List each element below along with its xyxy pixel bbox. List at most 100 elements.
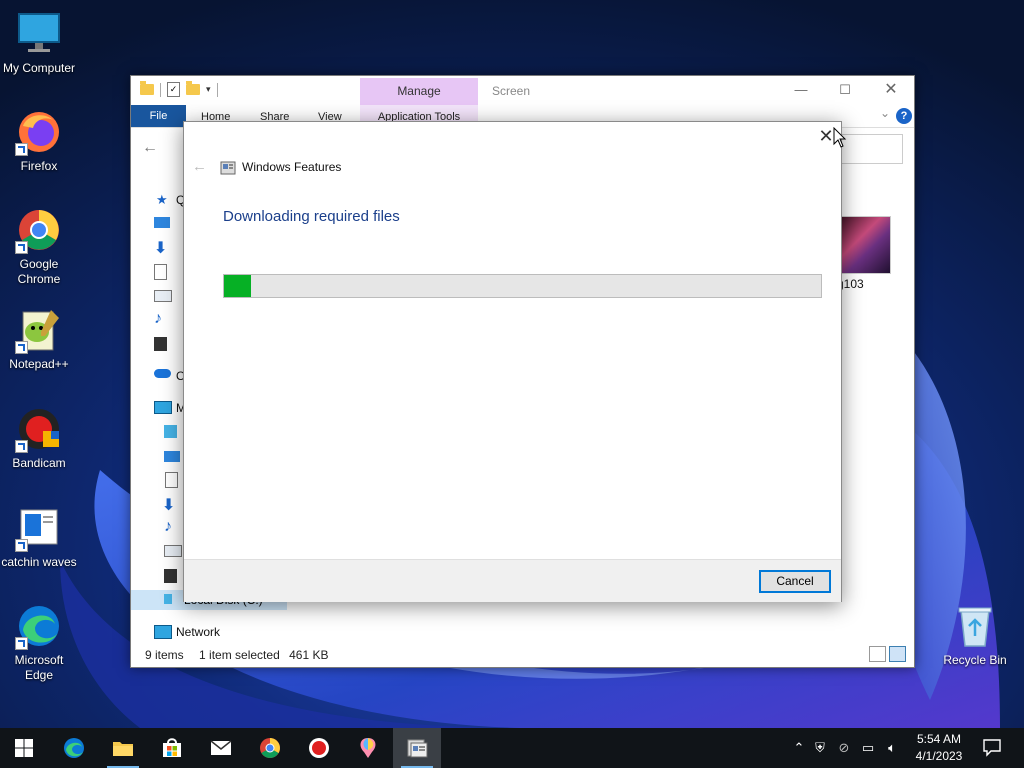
taskbar-mail[interactable] bbox=[197, 728, 245, 768]
dialog-title: Windows Features bbox=[242, 160, 342, 174]
desktop-icon-recycle-bin[interactable]: Recycle Bin bbox=[936, 602, 1014, 668]
downloads-icon[interactable]: ⬇ bbox=[154, 238, 170, 257]
desktop-icon-label: Bandicam bbox=[12, 456, 66, 470]
chevron-down-icon[interactable]: ⌄ bbox=[880, 106, 890, 120]
downloads-icon[interactable]: ⬇ bbox=[162, 495, 178, 514]
desktop-icon-microsoft-edge[interactable]: Microsoft Edge bbox=[0, 602, 78, 683]
sidebar-item-network[interactable]: Network bbox=[176, 625, 220, 639]
file-icon bbox=[15, 504, 63, 552]
system-tray: ⌃ ⛨ ⊘ ▭ 🔈︎ bbox=[790, 728, 904, 768]
manage-contextual-tab[interactable]: Manage bbox=[360, 78, 478, 105]
onedrive-cloud-icon[interactable] bbox=[154, 369, 171, 378]
new-folder-icon[interactable] bbox=[186, 81, 200, 95]
cancel-button[interactable]: Cancel bbox=[759, 570, 831, 593]
firefox-icon bbox=[15, 108, 63, 156]
music-icon[interactable]: ♪ bbox=[154, 310, 170, 327]
status-bar: 9 items 1 item selected 461 KB bbox=[145, 648, 340, 662]
chrome-icon bbox=[260, 738, 280, 758]
desktop-icon-firefox[interactable]: Firefox bbox=[0, 108, 78, 174]
documents-icon[interactable] bbox=[165, 472, 178, 488]
store-icon bbox=[163, 738, 181, 757]
image-thumbnail[interactable] bbox=[837, 216, 891, 274]
folder-icon bbox=[140, 81, 154, 95]
desktop-icon-label: Microsoft Edge bbox=[14, 653, 64, 682]
folder-icon bbox=[113, 742, 133, 756]
pictures-icon[interactable] bbox=[164, 545, 182, 557]
volume-icon[interactable]: 🔈︎ bbox=[880, 740, 904, 756]
taskbar-file-explorer[interactable] bbox=[99, 728, 147, 768]
videos-icon[interactable] bbox=[164, 569, 177, 583]
properties-icon[interactable]: ✓ bbox=[167, 82, 180, 97]
pictures-icon[interactable] bbox=[154, 290, 172, 302]
network-icon[interactable]: ▭ bbox=[856, 740, 880, 756]
windows-logo-icon bbox=[15, 739, 33, 757]
taskbar-windows-features[interactable] bbox=[393, 728, 441, 768]
mouse-cursor-icon bbox=[833, 126, 847, 149]
progress-fill bbox=[224, 275, 251, 297]
network-icon[interactable] bbox=[154, 625, 172, 639]
desktop-icon-google-chrome[interactable]: Google Chrome bbox=[0, 206, 78, 287]
item-count: 9 items bbox=[145, 648, 184, 662]
clock-date: 4/1/2023 bbox=[915, 749, 963, 763]
separator bbox=[216, 82, 218, 97]
clock-time: 5:54 AM bbox=[916, 732, 962, 746]
desktop-folder-icon[interactable] bbox=[164, 451, 180, 462]
desktop-icon-catchin-waves[interactable]: catchin waves bbox=[0, 504, 78, 570]
desktop-icon-bandicam[interactable]: Bandicam bbox=[0, 405, 78, 471]
windows-features-icon bbox=[407, 739, 428, 758]
quick-access-toolbar: ✓ ▾ bbox=[140, 81, 218, 97]
taskbar-bandicam[interactable] bbox=[295, 728, 343, 768]
3d-objects-icon[interactable] bbox=[164, 425, 177, 438]
notification-center-icon[interactable] bbox=[981, 736, 1003, 758]
maximize-button[interactable]: ☐ bbox=[823, 79, 867, 101]
explorer-titlebar[interactable]: ✓ ▾ Manage Screen — ☐ ✕ bbox=[131, 76, 914, 105]
taskbar-paint3d[interactable] bbox=[344, 728, 392, 768]
back-arrow-icon[interactable]: ← bbox=[142, 139, 158, 157]
window-title: Screen bbox=[492, 84, 531, 98]
taskbar-clock[interactable]: 5:54 AM 4/1/2023 bbox=[905, 731, 973, 765]
desktop-icon-notepad-plus-plus[interactable]: Notepad++ bbox=[0, 306, 78, 372]
drive-icon bbox=[164, 594, 172, 604]
help-icon[interactable]: ? bbox=[896, 108, 912, 124]
desktop-folder-icon[interactable] bbox=[154, 217, 170, 228]
selection-size: 461 KB bbox=[289, 648, 329, 662]
separator bbox=[160, 82, 161, 97]
customize-qat-icon[interactable]: ▾ bbox=[206, 84, 211, 95]
taskbar: ⌃ ⛨ ⊘ ▭ 🔈︎ 5:54 AM 4/1/2023 bbox=[0, 728, 1024, 768]
notepad-plus-plus-icon bbox=[15, 306, 63, 354]
videos-icon[interactable] bbox=[154, 337, 167, 351]
close-window-button[interactable]: ✕ bbox=[869, 79, 913, 101]
shortcut-arrow-icon bbox=[15, 241, 28, 254]
this-pc-icon[interactable] bbox=[154, 401, 172, 414]
desktop-icon-my-computer[interactable]: My Computer bbox=[0, 10, 78, 76]
taskbar-store[interactable] bbox=[148, 728, 196, 768]
windows-features-icon bbox=[220, 160, 236, 176]
large-icons-view-button[interactable] bbox=[889, 646, 906, 662]
taskbar-chrome[interactable] bbox=[246, 728, 294, 768]
chrome-icon bbox=[15, 206, 63, 254]
chevron-up-icon[interactable]: ⌃ bbox=[790, 740, 808, 756]
details-view-button[interactable] bbox=[869, 646, 886, 662]
mail-icon bbox=[210, 740, 232, 755]
shortcut-arrow-icon bbox=[15, 341, 28, 354]
security-shield-icon[interactable]: ⛨ bbox=[808, 740, 832, 756]
bandicam-icon bbox=[15, 405, 63, 453]
minimize-button[interactable]: — bbox=[779, 79, 823, 101]
shortcut-arrow-icon bbox=[15, 637, 28, 650]
back-arrow-icon[interactable]: ← bbox=[192, 158, 207, 175]
desktop-icon-label: Recycle Bin bbox=[943, 653, 1007, 667]
taskbar-edge[interactable] bbox=[50, 728, 98, 768]
quick-access-star-icon[interactable]: ★ bbox=[156, 192, 168, 208]
start-button[interactable] bbox=[0, 728, 48, 768]
paint-icon bbox=[360, 738, 376, 758]
dialog-heading: Downloading required files bbox=[223, 208, 400, 225]
recycle-bin-icon bbox=[951, 602, 999, 650]
shortcut-arrow-icon bbox=[15, 143, 28, 156]
documents-icon[interactable] bbox=[154, 264, 167, 280]
network-disconnected-icon[interactable]: ⊘ bbox=[832, 740, 856, 756]
windows-features-dialog: ✕ ← Windows Features Downloading require… bbox=[183, 121, 842, 602]
view-toggle bbox=[869, 646, 906, 662]
monitor-icon bbox=[15, 10, 63, 58]
music-icon[interactable]: ♪ bbox=[164, 518, 180, 535]
tab-file[interactable]: File bbox=[131, 105, 186, 127]
